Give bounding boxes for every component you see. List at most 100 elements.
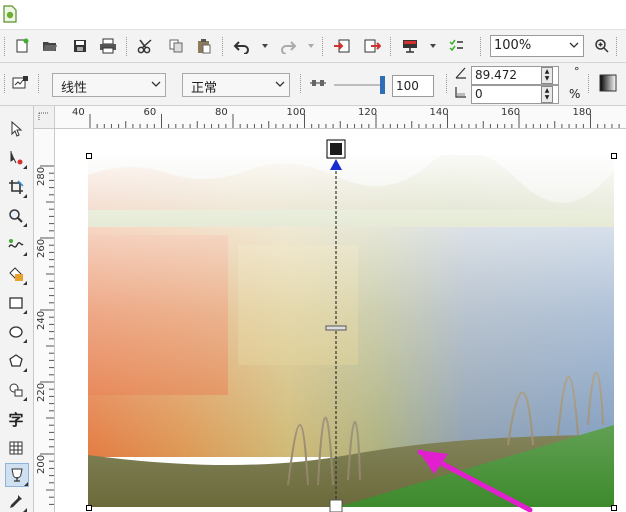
options-button[interactable] <box>446 36 466 56</box>
undo-button[interactable] <box>232 36 252 56</box>
rectangle-icon <box>9 297 23 309</box>
text-tool-glyph: 字 <box>8 410 24 429</box>
scissors-icon <box>137 39 152 54</box>
ellipse-icon <box>9 326 23 338</box>
chevron-down-icon <box>151 81 161 87</box>
new-document-button[interactable] <box>12 36 32 56</box>
smart-fill-tool[interactable] <box>5 263 27 285</box>
fill-settings-icon <box>12 76 28 89</box>
publish-dropdown-icon[interactable] <box>430 44 436 48</box>
ruler-label: 60 <box>143 107 157 118</box>
angle-spinner[interactable]: ▲ ▼ <box>541 67 553 84</box>
toolbar-separator <box>222 37 223 56</box>
transparency-vector <box>325 139 347 512</box>
shapes-icon <box>9 383 23 397</box>
ruler-origin-icon <box>38 112 49 121</box>
midpoint-value: 100 <box>396 79 419 93</box>
property-bar: 线性 正常 100 89.472 ▲ ▼ ° 0 ▲ ▼ % <box>0 63 626 106</box>
polygon-icon <box>9 354 23 367</box>
pick-tool[interactable] <box>5 118 27 140</box>
selection-handle-top-right[interactable] <box>611 153 617 159</box>
interactive-fill-button[interactable] <box>10 73 30 93</box>
folder-open-icon <box>43 42 57 51</box>
publish-button[interactable] <box>400 36 420 56</box>
toolbar-separator <box>588 74 589 93</box>
toolbar-separator <box>38 74 39 93</box>
eyedropper-tool[interactable] <box>5 490 27 512</box>
table-tool[interactable] <box>5 437 27 459</box>
save-button[interactable] <box>70 36 90 56</box>
ruler-label: 40 <box>72 107 85 118</box>
copy-icon <box>169 39 183 53</box>
zoom-tool[interactable] <box>5 205 27 227</box>
basic-shapes-tool[interactable] <box>5 379 27 401</box>
save-icon <box>74 40 86 52</box>
eyedropper-icon <box>10 495 22 508</box>
edge-pad-spinner[interactable]: ▲ ▼ <box>541 86 553 103</box>
undo-dropdown-icon[interactable] <box>262 44 268 48</box>
midpoint-icon-button <box>308 73 328 93</box>
blend-mode-value: 正常 <box>191 81 218 96</box>
shape-node-icon <box>10 151 23 165</box>
vertical-ruler[interactable]: 280 260 240 220 200 <box>34 128 55 512</box>
angle-input[interactable]: 89.472 ▲ ▼ <box>471 66 559 85</box>
ruler-label: 120 <box>358 107 378 118</box>
toolbar-separator <box>616 37 617 56</box>
fill-type-select[interactable]: 线性 <box>52 73 166 97</box>
selection-handle-bottom-right[interactable] <box>611 505 617 511</box>
toolbox: 字 <box>0 106 34 512</box>
printer-icon <box>100 38 116 54</box>
start-node-fill[interactable] <box>330 143 342 155</box>
midpoint-icon <box>310 80 326 86</box>
fill-type-value: 线性 <box>61 81 88 96</box>
midpoint-slider-track[interactable] <box>334 84 384 86</box>
blend-mode-select[interactable]: 正常 <box>182 73 290 97</box>
export-icon <box>364 39 381 53</box>
zoom-in-button[interactable] <box>592 36 612 56</box>
text-tool[interactable]: 字 <box>5 408 27 430</box>
redo-dropdown-icon[interactable] <box>308 44 314 48</box>
import-button[interactable] <box>332 36 352 56</box>
gradient-swatch-icon <box>599 74 617 92</box>
redo-button[interactable] <box>278 36 298 56</box>
edge-pad-input[interactable]: 0 ▲ ▼ <box>471 85 559 104</box>
transparency-target-button[interactable] <box>598 73 618 93</box>
toolbar-separator <box>480 37 481 56</box>
freehand-tool[interactable] <box>5 234 27 256</box>
ruler-label: 200 <box>36 454 47 474</box>
direction-arrow-icon <box>330 159 342 170</box>
export-button[interactable] <box>362 36 382 56</box>
table-grid-icon <box>9 441 23 455</box>
toolbar-separator <box>126 37 127 56</box>
print-button[interactable] <box>98 36 118 56</box>
selection-handle-bottom-left[interactable] <box>86 505 92 511</box>
app-icon <box>3 5 17 23</box>
polygon-tool[interactable] <box>5 350 27 372</box>
midpoint-slider-thumb[interactable] <box>380 76 385 94</box>
copy-button[interactable] <box>166 36 186 56</box>
cut-button[interactable] <box>136 36 156 56</box>
transparency-tool[interactable] <box>5 463 29 487</box>
clipboard-icon <box>198 39 211 54</box>
zoom-level-value: 100% <box>494 38 532 53</box>
horizontal-ruler[interactable]: 40 60 80 100 120 140 160 180 <box>34 106 626 129</box>
midpoint-slider-handle[interactable] <box>325 325 347 331</box>
ruler-label: 220 <box>36 382 47 402</box>
zoom-level-select[interactable]: 100% <box>490 35 584 57</box>
ellipse-tool[interactable] <box>5 321 27 343</box>
selection-handle-top-left[interactable] <box>86 153 92 159</box>
open-button[interactable] <box>40 36 60 56</box>
ruler-label: 280 <box>36 166 47 186</box>
midpoint-input[interactable]: 100 <box>392 75 434 97</box>
wine-glass-icon <box>11 468 23 482</box>
ruler-label: 140 <box>429 107 449 118</box>
shape-tool[interactable] <box>5 147 27 169</box>
end-node[interactable] <box>329 499 343 512</box>
crop-icon <box>9 180 24 194</box>
toolbar-separator <box>322 37 323 56</box>
rectangle-tool[interactable] <box>5 292 27 314</box>
paste-button[interactable] <box>194 36 214 56</box>
import-icon <box>334 39 350 53</box>
ruler-origin-corner[interactable] <box>34 106 55 129</box>
crop-tool[interactable] <box>5 176 27 198</box>
